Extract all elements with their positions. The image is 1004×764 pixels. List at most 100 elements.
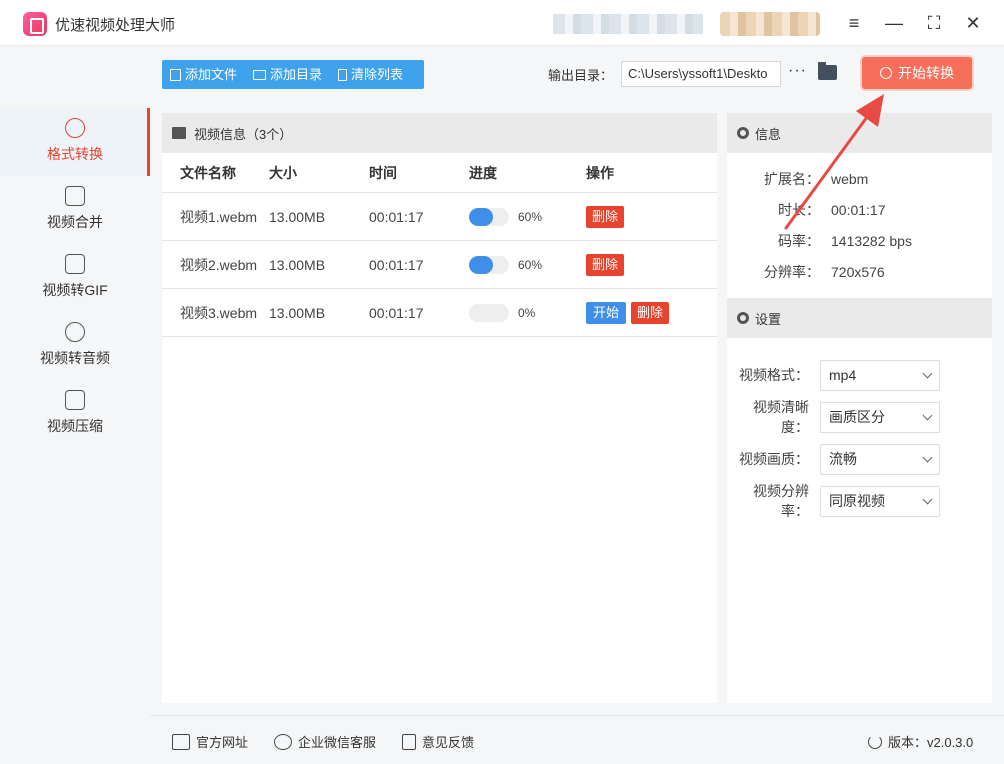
row-actions: 开始 删除 — [586, 301, 670, 324]
sidebar-item-label: 视频合并 — [47, 214, 103, 230]
setting-label: 视频分辨率： — [753, 483, 809, 519]
col-name: 文件名称 — [180, 164, 236, 181]
audio-icon — [65, 322, 85, 342]
setting-video-format: 视频格式： mp4 — [727, 354, 992, 396]
wechat-service-link[interactable]: 企业微信客服 — [274, 732, 376, 751]
file-panel-header: 视频信息（3个） — [162, 113, 717, 153]
video-resolution-select[interactable]: 同原视频 — [820, 485, 940, 517]
convert-icon — [65, 118, 85, 138]
video-format-select[interactable]: mp4 — [820, 359, 940, 391]
chevron-down-icon — [922, 494, 933, 504]
file-name: 视频1.webm — [180, 208, 258, 225]
app-title: 优速视频处理大师 — [55, 17, 176, 34]
sidebar: 格式转换 视频合并 视频转GIF 视频转音频 视频压缩 — [0, 46, 150, 764]
file-name: 视频2.webm — [180, 256, 258, 273]
file-size: 13.00MB — [269, 208, 326, 225]
info-settings-panel: 信息 扩展名： webm 时长： 00:01:17 码率： 1413282 bp… — [727, 113, 992, 703]
output-dir-input[interactable]: C:\Users\yssoft1\Deskto — [621, 61, 781, 87]
video-clarity-select[interactable]: 画质区分 — [820, 401, 940, 433]
start-convert-label: 开始转换 — [898, 65, 954, 81]
more-options-button[interactable]: ··· — [788, 62, 807, 80]
sidebar-item-video-to-gif[interactable]: 视频转GIF — [0, 244, 150, 312]
info-key: 扩展名： — [764, 170, 820, 187]
refresh-icon — [868, 734, 882, 749]
info-duration: 时长： 00:01:17 — [727, 194, 992, 225]
image-icon — [172, 127, 186, 139]
file-name: 视频3.webm — [180, 304, 258, 321]
col-progress: 进度 — [469, 164, 497, 181]
sidebar-item-video-merge[interactable]: 视频合并 — [0, 176, 150, 244]
info-bitrate: 码率： 1413282 bps — [727, 225, 992, 256]
file-duration: 00:01:17 — [369, 256, 424, 273]
clear-list-button[interactable]: 清除列表 — [330, 60, 411, 89]
gear-icon — [737, 312, 749, 324]
col-time: 时间 — [369, 164, 397, 181]
select-value: mp4 — [829, 367, 857, 383]
chevron-down-icon — [922, 410, 933, 420]
table-header: 文件名称 大小 时间 进度 操作 — [162, 153, 717, 193]
info-key: 分辨率： — [764, 263, 820, 280]
sidebar-item-format-convert[interactable]: 格式转换 — [0, 108, 150, 176]
active-indicator — [147, 108, 150, 176]
delete-button[interactable]: 删除 — [586, 205, 625, 228]
row-actions: 删除 — [586, 205, 625, 228]
info-value: 1413282 bps — [831, 232, 912, 249]
chevron-down-icon — [922, 452, 933, 462]
sidebar-item-label: 格式转换 — [47, 146, 103, 162]
add-file-button[interactable]: 添加文件 — [162, 60, 245, 89]
official-website-link[interactable]: 官方网址 — [172, 732, 248, 751]
info-title: 信息 — [755, 126, 782, 142]
title-bar: 优速视频处理大师 ≡ — ⛶ ✕ — [0, 0, 1004, 46]
setting-video-resolution: 视频分辨率： 同原视频 — [727, 480, 992, 522]
sidebar-item-video-to-audio[interactable]: 视频转音频 — [0, 312, 150, 380]
website-icon — [172, 733, 190, 750]
start-convert-button[interactable]: 开始转换 — [862, 57, 972, 89]
info-value: 720x576 — [831, 263, 885, 280]
info-extension: 扩展名： webm — [727, 163, 992, 194]
menu-icon[interactable]: ≡ — [843, 12, 865, 34]
footer-label: 意见反馈 — [422, 735, 475, 750]
info-resolution: 分辨率： 720x576 — [727, 256, 992, 287]
compress-icon — [65, 390, 85, 410]
folder-outline-icon — [253, 69, 267, 80]
settings-header: 设置 — [727, 298, 992, 338]
row-actions: 删除 — [586, 253, 625, 276]
progress-fill — [469, 255, 493, 274]
file-duration: 00:01:17 — [369, 304, 424, 321]
delete-button[interactable]: 删除 — [631, 301, 670, 324]
progress-text: 60% — [518, 209, 543, 224]
chevron-down-icon — [922, 368, 933, 378]
maximize-icon[interactable]: ⛶ — [923, 12, 945, 34]
version-info[interactable]: 版本：v2.0.3.0 — [868, 732, 973, 751]
select-value: 画质区分 — [829, 409, 885, 425]
select-value: 流畅 — [829, 451, 857, 467]
table-row: 视频1.webm 13.00MB 00:01:17 60% 删除 — [162, 193, 717, 241]
info-header: 信息 — [727, 113, 992, 153]
close-icon[interactable]: ✕ — [962, 12, 984, 34]
feedback-link[interactable]: 意见反馈 — [402, 732, 474, 751]
minimize-icon[interactable]: — — [883, 12, 905, 34]
footer-label: 企业微信客服 — [298, 735, 377, 750]
add-file-label: 添加文件 — [185, 67, 238, 82]
setting-video-clarity: 视频清晰度： 画质区分 — [727, 396, 992, 438]
merge-icon — [65, 186, 85, 206]
clear-list-label: 清除列表 — [351, 67, 404, 82]
start-button[interactable]: 开始 — [586, 301, 627, 324]
delete-button[interactable]: 删除 — [586, 253, 625, 276]
progress-cell: 60% — [469, 207, 586, 226]
video-quality-select[interactable]: 流畅 — [820, 443, 940, 475]
info-key: 时长： — [778, 201, 820, 218]
setting-label: 视频格式： — [739, 367, 809, 383]
file-size: 13.00MB — [269, 304, 326, 321]
version-label: 版本：v2.0.3.0 — [888, 735, 974, 750]
select-value: 同原视频 — [829, 493, 885, 509]
info-value: webm — [831, 170, 869, 187]
table-row: 视频2.webm 13.00MB 00:01:17 60% 删除 — [162, 241, 717, 289]
add-directory-button[interactable]: 添加目录 — [245, 60, 330, 89]
output-dir-label: 输出目录： — [548, 68, 614, 83]
progress-cell: 0% — [469, 303, 586, 322]
progress-bar — [469, 207, 509, 226]
file-size: 13.00MB — [269, 256, 326, 273]
open-folder-icon[interactable] — [818, 62, 837, 80]
sidebar-item-video-compress[interactable]: 视频压缩 — [0, 380, 150, 448]
